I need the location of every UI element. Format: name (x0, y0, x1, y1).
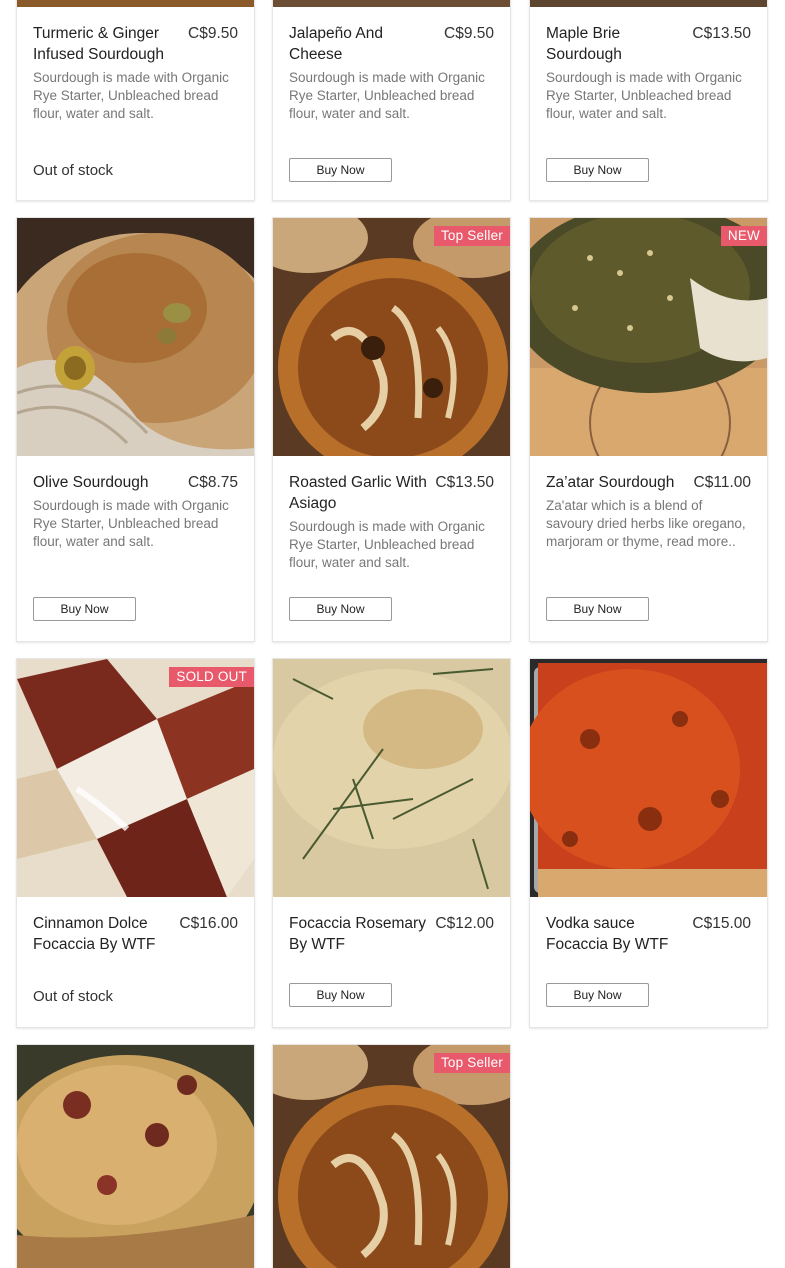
product-price: C$12.00 (435, 915, 494, 932)
product-card[interactable] (16, 1044, 255, 1268)
buy-now-button[interactable]: Buy Now (289, 983, 392, 1007)
product-name[interactable]: Vodka sauce Focaccia By WTF (546, 913, 686, 955)
product-card[interactable]: Maple Brie Sourdough C$13.50 Sourdough i… (529, 0, 768, 201)
product-image[interactable]: NEW (530, 218, 767, 456)
buy-now-button[interactable]: Buy Now (289, 158, 392, 182)
product-name[interactable]: Focaccia Rosemary By WTF (289, 913, 429, 955)
product-image[interactable]: Top Seller (273, 218, 510, 456)
product-description: Sourdough is made with Organic Rye Start… (546, 70, 742, 122)
product-card[interactable]: Turmeric & Ginger Infused Sourdough C$9.… (16, 0, 255, 201)
product-name[interactable]: Olive Sourdough (33, 472, 148, 493)
new-badge: NEW (720, 226, 767, 246)
product-card[interactable]: SOLD OUT Cinnamon Dolce Focaccia By WTF … (16, 658, 255, 1028)
product-name[interactable]: Cinnamon Dolce Focaccia By WTF (33, 913, 173, 955)
product-image[interactable]: SOLD OUT (17, 659, 254, 897)
buy-now-button[interactable]: Buy Now (289, 597, 392, 621)
product-price: C$8.75 (188, 474, 238, 491)
product-name[interactable]: Maple Brie Sourdough (546, 23, 686, 65)
product-description: Sourdough is made with Organic Rye Start… (33, 70, 229, 122)
product-card[interactable]: Olive Sourdough C$8.75 Sourdough is made… (16, 217, 255, 642)
product-image[interactable] (530, 0, 767, 7)
product-price: C$13.50 (692, 25, 751, 42)
product-price: C$9.50 (444, 25, 494, 42)
buy-now-button[interactable]: Buy Now (33, 597, 136, 621)
product-card[interactable]: Jalapeño And Cheese C$9.50 Sourdough is … (272, 0, 511, 201)
product-name[interactable]: Roasted Garlic With Asiago (289, 472, 429, 514)
product-card[interactable]: Vodka sauce Focaccia By WTF C$15.00 Buy … (529, 658, 768, 1028)
product-description: Sourdough is made with Organic Rye Start… (289, 70, 485, 122)
product-price: C$11.00 (693, 474, 751, 491)
product-name[interactable]: Turmeric & Ginger Infused Sourdough (33, 23, 173, 65)
product-image[interactable]: Top Seller (273, 1045, 510, 1268)
product-image[interactable] (17, 218, 254, 456)
product-card[interactable]: Focaccia Rosemary By WTF C$12.00 Buy Now (272, 658, 511, 1028)
product-card[interactable]: Top Seller (272, 1044, 511, 1268)
product-price: C$15.00 (692, 915, 751, 932)
top-seller-badge: Top Seller (433, 1053, 510, 1073)
product-image[interactable] (273, 0, 510, 7)
product-price: C$9.50 (188, 25, 238, 42)
product-card[interactable]: Top Seller Roasted Garlic With Asiago C$… (272, 217, 511, 642)
sold-out-badge: SOLD OUT (169, 667, 254, 687)
product-name[interactable]: Jalapeño And Cheese (289, 23, 429, 65)
product-name[interactable]: Za’atar Sourdough (546, 472, 674, 493)
out-of-stock-label: Out of stock (33, 162, 114, 179)
product-image[interactable] (17, 1045, 254, 1268)
out-of-stock-label: Out of stock (33, 988, 114, 1005)
product-description: Sourdough is made with Organic Rye Start… (289, 519, 485, 571)
top-seller-badge: Top Seller (433, 226, 510, 246)
buy-now-button[interactable]: Buy Now (546, 983, 649, 1007)
product-price: C$16.00 (179, 915, 238, 932)
product-price: C$13.50 (435, 474, 494, 491)
product-card[interactable]: NEW Za’atar Sourdough C$11.00 Za'atar wh… (529, 217, 768, 642)
buy-now-button[interactable]: Buy Now (546, 597, 649, 621)
product-image[interactable] (530, 659, 767, 897)
product-description: Za'atar which is a blend of savoury drie… (546, 498, 746, 550)
product-description: Sourdough is made with Organic Rye Start… (33, 498, 229, 550)
buy-now-button[interactable]: Buy Now (546, 158, 649, 182)
product-image[interactable] (273, 659, 510, 897)
product-image[interactable] (17, 0, 254, 7)
